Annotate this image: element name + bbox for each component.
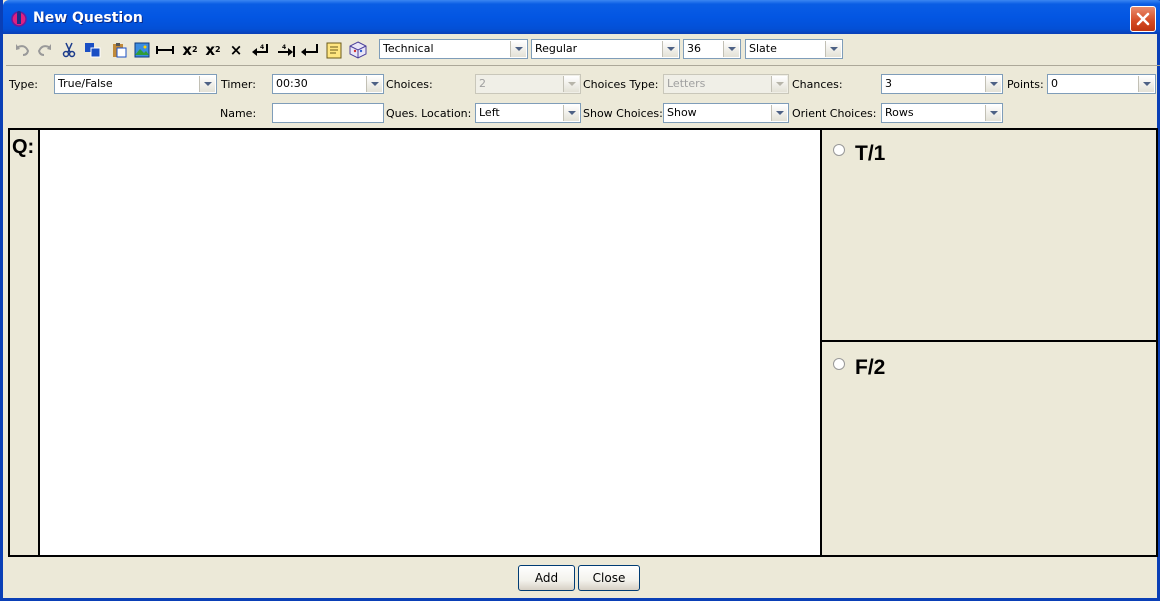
new-question-window: New Question x2 x2 × 4 4 Technical Regul… xyxy=(0,0,1160,601)
choice-panel-false[interactable]: F/2 xyxy=(822,344,1156,555)
return-icon[interactable]: 4 xyxy=(251,40,271,60)
choice-label-false: F/2 xyxy=(855,356,886,379)
chances-select[interactable]: 3 xyxy=(881,74,1003,94)
chevron-down-icon[interactable] xyxy=(662,41,678,57)
undo-icon[interactable] xyxy=(13,40,33,60)
line-icon[interactable] xyxy=(155,40,175,60)
name-label: Name: xyxy=(220,107,257,120)
cut-icon[interactable] xyxy=(59,40,79,60)
timer-select[interactable]: 00:30 xyxy=(272,74,384,94)
show-choices-label: Show Choices: xyxy=(583,107,663,120)
chevron-down-icon[interactable] xyxy=(510,41,526,57)
font-family-select[interactable]: Technical xyxy=(379,39,528,59)
points-label: Points: xyxy=(1007,78,1044,91)
choices-type-label: Choices Type: xyxy=(583,78,659,91)
chevron-down-icon[interactable] xyxy=(723,41,739,57)
orient-choices-select[interactable]: Rows xyxy=(881,103,1003,123)
notes-icon[interactable] xyxy=(324,40,344,60)
bottom-button-bar: Add Close xyxy=(6,559,1160,598)
ques-location-label: Ques. Location: xyxy=(386,107,472,120)
subscript-icon[interactable]: x2 xyxy=(180,40,200,60)
copy-icon[interactable] xyxy=(83,40,103,60)
chances-label: Chances: xyxy=(792,78,843,91)
choice-label-true: T/1 xyxy=(855,142,886,165)
choice-panel-true[interactable]: T/1 xyxy=(822,130,1156,342)
chevron-down-icon[interactable] xyxy=(563,105,579,121)
enter-icon[interactable] xyxy=(300,40,320,60)
points-select[interactable]: 0 xyxy=(1047,74,1156,94)
timer-label: Timer: xyxy=(221,78,256,91)
chevron-down-icon[interactable] xyxy=(825,41,841,57)
chevron-down-icon[interactable] xyxy=(771,105,787,121)
chevron-down-icon[interactable] xyxy=(1138,76,1154,92)
font-color-select[interactable]: Slate xyxy=(745,39,843,59)
window-title: New Question xyxy=(33,10,143,26)
superscript-icon[interactable]: x2 xyxy=(203,40,223,60)
question-editor[interactable] xyxy=(38,130,822,555)
chevron-down-icon xyxy=(563,76,579,92)
name-input[interactable] xyxy=(272,103,384,123)
paste-icon[interactable] xyxy=(109,40,129,60)
chevron-down-icon[interactable] xyxy=(199,76,215,92)
orient-choices-label: Orient Choices: xyxy=(792,107,877,120)
show-choices-select[interactable]: Show xyxy=(663,103,789,123)
question-area: Q: T/1 F/2 xyxy=(8,128,1158,557)
font-style-select[interactable]: Regular xyxy=(531,39,680,59)
3d-object-icon[interactable] xyxy=(348,40,368,60)
choice-radio-true[interactable] xyxy=(833,144,845,156)
chevron-down-icon xyxy=(771,76,787,92)
svg-text:4: 4 xyxy=(260,44,264,51)
close-button[interactable]: Close xyxy=(578,565,640,591)
choices-label: Choices: xyxy=(386,78,433,91)
window-close-button[interactable] xyxy=(1130,6,1156,32)
chevron-down-icon[interactable] xyxy=(985,76,1001,92)
close-icon xyxy=(1136,12,1150,26)
title-bar[interactable]: New Question xyxy=(3,0,1160,34)
font-size-select[interactable]: 36 xyxy=(683,39,741,59)
type-label: Type: xyxy=(9,78,38,91)
add-button[interactable]: Add xyxy=(518,565,575,591)
chevron-down-icon[interactable] xyxy=(366,76,382,92)
svg-text:4: 4 xyxy=(282,44,286,51)
tab-icon[interactable]: 4 xyxy=(276,40,296,60)
choices-type-select: Letters xyxy=(663,74,789,94)
formatting-toolbar: x2 x2 × 4 4 Technical Regular 36 Slate xyxy=(6,34,1160,66)
type-select[interactable]: True/False xyxy=(54,74,217,94)
image-icon[interactable] xyxy=(132,40,152,60)
chevron-down-icon[interactable] xyxy=(985,105,1001,121)
choices-select: 2 xyxy=(475,74,581,94)
question-label: Q: xyxy=(12,136,35,158)
app-icon xyxy=(11,11,27,27)
clear-format-icon[interactable]: × xyxy=(226,40,246,60)
ques-location-select[interactable]: Left xyxy=(475,103,581,123)
choice-radio-false[interactable] xyxy=(833,358,845,370)
redo-icon[interactable] xyxy=(34,40,54,60)
